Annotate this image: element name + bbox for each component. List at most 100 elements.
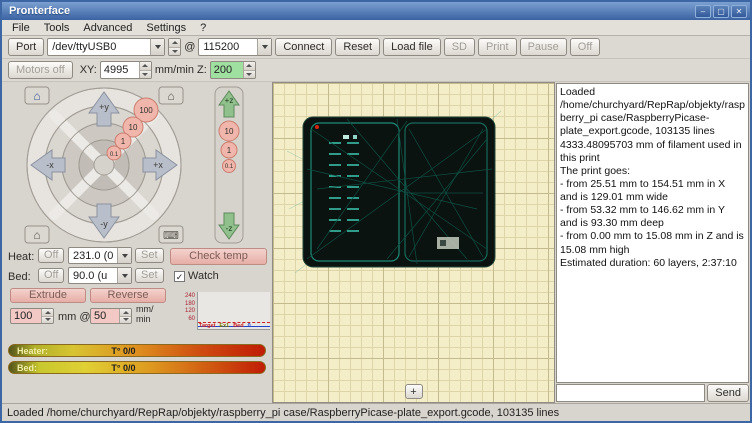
send-command-row: Send xyxy=(556,383,749,402)
sd-button[interactable]: SD xyxy=(444,38,475,56)
gcode-print-preview xyxy=(287,109,517,275)
jog-y-minus-label: -y xyxy=(100,219,108,229)
z-feed-label: mm/min Z: xyxy=(155,64,207,76)
bed-gauge-label: Bed: xyxy=(9,363,43,373)
z-distance-1-label: 1 xyxy=(227,146,232,155)
baud-dropdown-arrow-icon[interactable] xyxy=(257,39,271,55)
motors-off-button[interactable]: Motors off xyxy=(8,61,73,79)
bed-label: Bed: xyxy=(8,271,31,283)
spin-down-icon[interactable] xyxy=(42,317,53,324)
jog-distance-100-label: 100 xyxy=(139,106,153,115)
menu-bar: File Tools Advanced Settings ? xyxy=(2,20,750,36)
close-button[interactable]: ✕ xyxy=(731,5,747,18)
jog-distance-10-label: 10 xyxy=(129,123,138,132)
z-feed-input[interactable] xyxy=(211,62,243,78)
print-button[interactable]: Print xyxy=(478,38,517,56)
gcode-viewer[interactable]: + xyxy=(272,82,555,403)
heat-dropdown-arrow-icon[interactable] xyxy=(117,248,131,263)
send-button[interactable]: Send xyxy=(707,384,749,402)
menu-tools[interactable]: Tools xyxy=(38,21,76,35)
bed-dropdown-arrow-icon[interactable] xyxy=(117,268,131,283)
graph-plot-area: Target Ex1 Bed 0 xyxy=(197,292,270,330)
port-combobox[interactable]: /dev/ttyUSB0 xyxy=(47,38,165,56)
motion-toolbar: Motors off XY: mm/min Z: xyxy=(2,59,750,82)
watch-checkbox-row[interactable]: ✓ Watch xyxy=(174,270,219,282)
reverse-button[interactable]: Reverse xyxy=(90,288,166,303)
extrude-length-input[interactable] xyxy=(11,309,41,323)
spin-down-icon[interactable] xyxy=(120,317,131,324)
print-head-marker xyxy=(315,125,319,129)
bed-gauge: Bed: T° 0/0 xyxy=(8,361,266,374)
main-area: +y -y -x +x ⌂ ⌂ ⌂ ⌨ xyxy=(2,82,750,403)
z-feed-spinner[interactable] xyxy=(210,61,256,79)
port-button[interactable]: Port xyxy=(8,38,44,56)
jog-x-minus-label: -x xyxy=(46,160,54,170)
z-distance-0.1-label: 0.1 xyxy=(225,164,234,170)
jog-z-plus-label: +z xyxy=(225,96,234,105)
spin-up-icon[interactable] xyxy=(120,309,131,317)
extrude-button[interactable]: Extrude xyxy=(10,288,86,303)
menu-settings[interactable]: Settings xyxy=(140,21,192,35)
spin-down-icon[interactable] xyxy=(169,48,181,56)
command-input[interactable] xyxy=(556,384,705,402)
jog-z-minus-label: -z xyxy=(226,224,233,233)
extrude-length-spinner[interactable] xyxy=(10,308,54,324)
status-bar: Loaded /home/churchyard/RepRap/objekty/r… xyxy=(2,403,750,421)
viewer-zoom-in-button[interactable]: + xyxy=(405,384,423,399)
baud-combobox[interactable]: 115200 xyxy=(198,38,272,56)
port-dropdown-arrow-icon[interactable] xyxy=(150,39,164,55)
log-output[interactable]: Loaded /home/churchyard/RepRap/objekty/r… xyxy=(556,83,749,383)
jog-distance-0.1-label: 0.1 xyxy=(110,152,119,158)
speed-unit-label: mm/min xyxy=(136,305,154,325)
pause-button[interactable]: Pause xyxy=(520,38,567,56)
extrude-speed-spinner[interactable] xyxy=(90,308,132,324)
heater-gauge-label: Heater: xyxy=(9,346,54,356)
jog-y-plus-label: +y xyxy=(99,102,109,112)
check-temp-button[interactable]: Check temp xyxy=(170,248,267,265)
menu-advanced[interactable]: Advanced xyxy=(77,21,138,35)
maximize-button[interactable]: ▢ xyxy=(713,5,729,18)
spin-down-icon[interactable] xyxy=(140,71,151,79)
heat-set-button[interactable]: Set xyxy=(135,248,164,263)
xy-jog-pad[interactable]: +y -y -x +x ⌂ ⌂ ⌂ ⌨ xyxy=(24,86,184,244)
xy-feed-input[interactable] xyxy=(101,62,139,78)
watch-checkbox[interactable]: ✓ xyxy=(174,271,185,282)
spin-up-icon[interactable] xyxy=(42,309,53,317)
port-refresh-spinner[interactable] xyxy=(168,38,181,56)
bed-off-button[interactable]: Off xyxy=(38,268,64,283)
load-file-button[interactable]: Load file xyxy=(383,38,441,56)
temperature-graph[interactable]: 240 180 120 60 Target Ex1 Bed 0 xyxy=(182,292,270,330)
heater-gauge-value: T° 0/0 xyxy=(111,346,135,356)
heat-off-button[interactable]: Off xyxy=(38,248,64,263)
spin-up-icon[interactable] xyxy=(244,62,255,71)
home-icon: ⌂ xyxy=(33,89,40,103)
bed-temp-combobox[interactable]: 90.0 (u xyxy=(68,267,132,284)
home-icon: ⌂ xyxy=(33,228,40,242)
port-value: /dev/ttyUSB0 xyxy=(48,41,150,53)
menu-file[interactable]: File xyxy=(6,21,36,35)
heat-temp-combobox[interactable]: 231.0 (0 xyxy=(68,247,132,264)
spin-up-icon[interactable] xyxy=(169,39,181,48)
title-bar[interactable]: Pronterface – ▢ ✕ xyxy=(2,2,750,20)
minimize-button[interactable]: – xyxy=(695,5,711,18)
spin-down-icon[interactable] xyxy=(244,71,255,79)
bed-set-button[interactable]: Set xyxy=(135,268,164,283)
reset-button[interactable]: Reset xyxy=(335,38,380,56)
home-icon: ⌂ xyxy=(167,89,174,103)
z-distance-10-label: 10 xyxy=(225,127,234,136)
control-panel: +y -y -x +x ⌂ ⌂ ⌂ ⌨ xyxy=(2,82,272,403)
window-title: Pronterface xyxy=(5,5,693,17)
z-jog-column[interactable]: +z 10 1 0.1 -z xyxy=(212,86,246,244)
bed-gauge-value: T° 0/0 xyxy=(111,363,135,373)
status-text: Loaded /home/churchyard/RepRap/objekty/r… xyxy=(7,407,559,419)
off-button[interactable]: Off xyxy=(570,38,600,56)
jog-distance-1-label: 1 xyxy=(121,137,126,146)
console-panel: Loaded /home/churchyard/RepRap/objekty/r… xyxy=(555,82,750,403)
extrude-speed-input[interactable] xyxy=(91,309,119,323)
xy-feed-label: XY: xyxy=(80,64,97,76)
xy-feed-spinner[interactable] xyxy=(100,61,152,79)
spin-up-icon[interactable] xyxy=(140,62,151,71)
keyboard-icon: ⌨ xyxy=(163,230,179,242)
connect-button[interactable]: Connect xyxy=(275,38,332,56)
menu-help[interactable]: ? xyxy=(194,21,212,35)
